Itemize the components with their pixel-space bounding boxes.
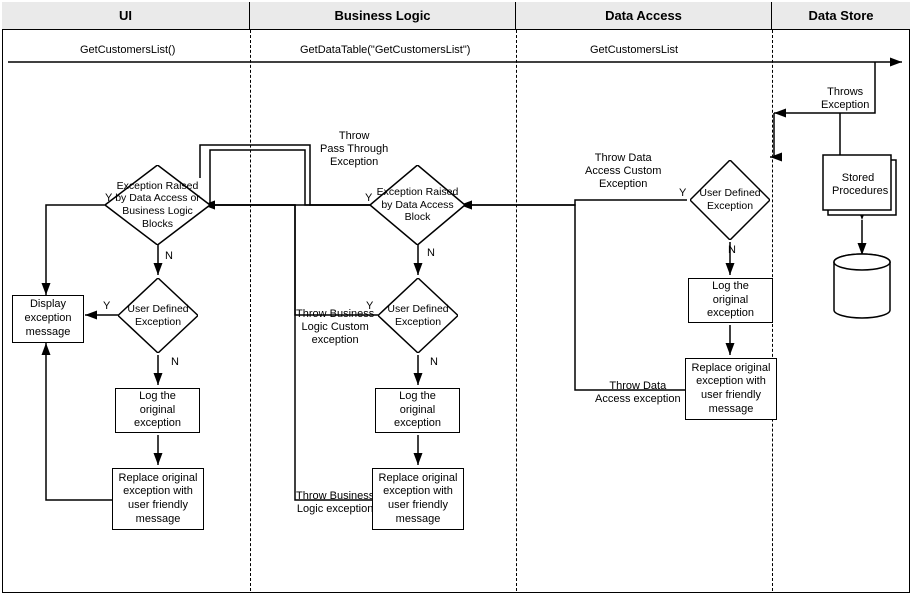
box-da-log: Log the original exception [688, 278, 773, 323]
col-header-da: Data Access [516, 2, 772, 29]
call-ui-to-bl: GetCustomersList() [80, 44, 175, 57]
col-header-bl: Business Logic [250, 2, 516, 29]
yn-bl-raised-y: Y [365, 192, 372, 205]
diamond-ui-user: User Defined Exception [118, 278, 198, 353]
label-throw-da-exception: Throw Data Access exception [595, 380, 681, 406]
box-bl-log: Log the original exception [375, 388, 460, 433]
box-ui-replace: Replace original exception with user fri… [112, 468, 204, 530]
yn-bl-user-n: N [430, 356, 438, 369]
yn-bl-raised-n: N [427, 247, 435, 260]
yn-bl-user-y: Y [366, 300, 373, 313]
label-throw-bl-custom: Throw Business Logic Custom exception [296, 308, 374, 348]
col-header-ui: UI [2, 2, 250, 29]
diamond-bl-raised: Exception Raised by Data Access Block [370, 165, 465, 245]
col-header-ds: Data Store [772, 2, 910, 29]
diagram-root: UI Business Logic Data Access Data Store… [0, 0, 914, 597]
yn-ui-raised-y: Y [105, 192, 112, 205]
label-throw-da-custom: Throw Data Access Custom Exception [585, 152, 661, 192]
swimlane-header: UI Business Logic Data Access Data Store [2, 2, 910, 30]
label-throw-pass-through: Throw Pass Through Exception [320, 130, 388, 170]
diamond-ui-raised: Exception Raised by Data Access or Busin… [105, 165, 210, 245]
call-da-to-ds: GetCustomersList [590, 44, 678, 57]
yn-ui-user-n: N [171, 356, 179, 369]
box-bl-replace: Replace original exception with user fri… [372, 468, 464, 530]
yn-da-user-n: N [728, 244, 736, 257]
label-throw-bl-exception: Throw Business Logic exception [296, 490, 374, 516]
diamond-bl-user: User Defined Exception [378, 278, 458, 353]
box-da-replace: Replace original exception with user fri… [685, 358, 777, 420]
lane-divider-2 [516, 30, 517, 591]
call-bl-to-da: GetDataTable("GetCustomersList") [300, 44, 470, 57]
box-stored-procedures: Stored Procedures [832, 172, 884, 198]
label-throws-exception: Throws Exception [821, 86, 869, 112]
yn-da-user-y: Y [679, 187, 686, 200]
diamond-da-user: User Defined Exception [690, 160, 770, 240]
lane-divider-1 [250, 30, 251, 591]
yn-ui-raised-n: N [165, 250, 173, 263]
box-display-message: Display exception message [12, 295, 84, 343]
box-ui-log: Log the original exception [115, 388, 200, 433]
yn-ui-user-y: Y [103, 300, 110, 313]
